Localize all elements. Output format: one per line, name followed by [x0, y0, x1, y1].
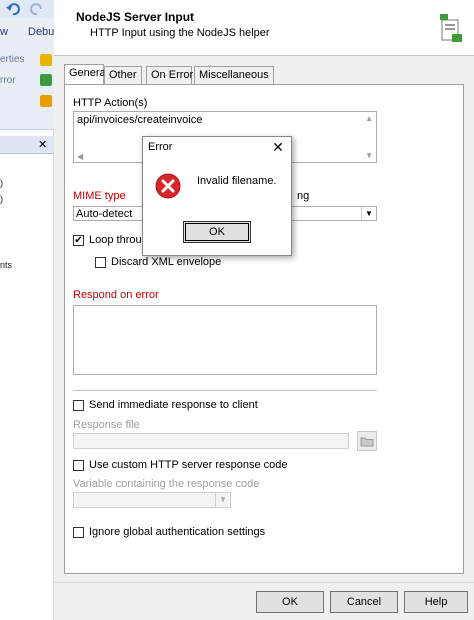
- divider: [73, 390, 377, 391]
- http-action-value: api/invoices/createinvoice: [77, 114, 203, 126]
- custom-code-checkbox[interactable]: [73, 460, 84, 471]
- panel-close-icon[interactable]: ✕: [38, 138, 47, 151]
- discard-xml-label: Discard XML envelope: [111, 256, 222, 268]
- ignore-auth-checkbox[interactable]: [73, 527, 84, 538]
- dialog-header: NodeJS Server Input HTTP Input using the…: [54, 0, 474, 56]
- nodejs-server-input-dialog: NodeJS Server Input HTTP Input using the…: [54, 0, 474, 620]
- ribbon-tool-icon[interactable]: [40, 54, 52, 66]
- variable-code-label: Variable containing the response code: [73, 478, 260, 490]
- send-immediate-label: Send immediate response to client: [89, 399, 258, 411]
- http-action-label: HTTP Action(s): [73, 97, 148, 109]
- tree-fragment: nts: [0, 260, 13, 270]
- cancel-button[interactable]: Cancel: [330, 591, 398, 613]
- redo-icon[interactable]: [30, 2, 44, 16]
- ribbon-check-icon[interactable]: [40, 74, 52, 86]
- background-ribbon: w Debu erties rror: [0, 18, 54, 130]
- response-file-label: Response file: [73, 419, 140, 431]
- encoding-label: ng: [297, 190, 310, 202]
- variable-code-select[interactable]: ▼: [73, 492, 231, 508]
- chevron-down-icon[interactable]: ▼: [215, 493, 230, 507]
- browse-file-button[interactable]: [357, 431, 377, 451]
- ribbon-tab-view[interactable]: w: [0, 26, 8, 38]
- response-file-field[interactable]: [73, 433, 349, 449]
- undo-icon[interactable]: [6, 2, 20, 16]
- folder-icon: [360, 437, 374, 447]
- send-immediate-checkbox[interactable]: [73, 400, 84, 411]
- error-ok-button[interactable]: OK: [183, 221, 251, 243]
- scroll-left-icon[interactable]: ◀: [77, 152, 83, 161]
- footer-divider: [54, 582, 474, 583]
- respond-on-error-field[interactable]: [73, 305, 377, 375]
- chevron-down-icon[interactable]: ▼: [361, 207, 376, 220]
- mime-type-label: MIME type: [73, 190, 126, 202]
- respond-on-error-label: Respond on error: [73, 289, 159, 301]
- tab-other[interactable]: Other: [104, 66, 142, 84]
- error-title: Error: [148, 141, 173, 153]
- ribbon-tab-debug[interactable]: Debu: [28, 26, 54, 38]
- dialog-subtitle: HTTP Input using the NodeJS helper: [90, 27, 270, 39]
- error-body: Invalid filename. OK: [143, 159, 291, 255]
- scroll-up-icon[interactable]: ▲: [365, 114, 373, 123]
- tree-fragment: ): [0, 178, 3, 188]
- tab-general[interactable]: General: [64, 64, 108, 85]
- ribbon-gear-icon[interactable]: [40, 95, 52, 107]
- error-message-box: Error ✕ Invalid filename. OK: [142, 136, 292, 256]
- background-toolbar: [0, 0, 54, 18]
- ribbon-item-properties[interactable]: erties: [0, 54, 24, 65]
- help-button[interactable]: Help: [404, 591, 468, 613]
- custom-code-label: Use custom HTTP server response code: [89, 459, 288, 471]
- tree-fragment: ): [0, 194, 3, 204]
- ribbon-item-error[interactable]: rror: [0, 75, 16, 86]
- error-icon: [155, 173, 181, 199]
- close-icon[interactable]: ✕: [269, 139, 287, 156]
- loop-through-checkbox[interactable]: ✔: [73, 235, 84, 246]
- tab-on-error[interactable]: On Error: [146, 66, 193, 84]
- discard-xml-checkbox[interactable]: [95, 257, 106, 268]
- ok-button[interactable]: OK: [256, 591, 324, 613]
- ignore-auth-label: Ignore global authentication settings: [89, 526, 266, 538]
- background-app-window: w Debu erties rror ✕ ) ) nts: [0, 0, 54, 620]
- dialog-title: NodeJS Server Input: [76, 10, 195, 24]
- background-panel-header: ✕: [0, 136, 54, 154]
- scroll-down-icon[interactable]: ▼: [365, 151, 373, 160]
- nodejs-input-icon: [440, 14, 462, 42]
- error-title-bar: Error ✕: [143, 137, 291, 159]
- error-message: Invalid filename.: [197, 175, 277, 187]
- mime-type-value: Auto-detect: [76, 208, 133, 220]
- tab-miscellaneous[interactable]: Miscellaneous: [194, 66, 274, 84]
